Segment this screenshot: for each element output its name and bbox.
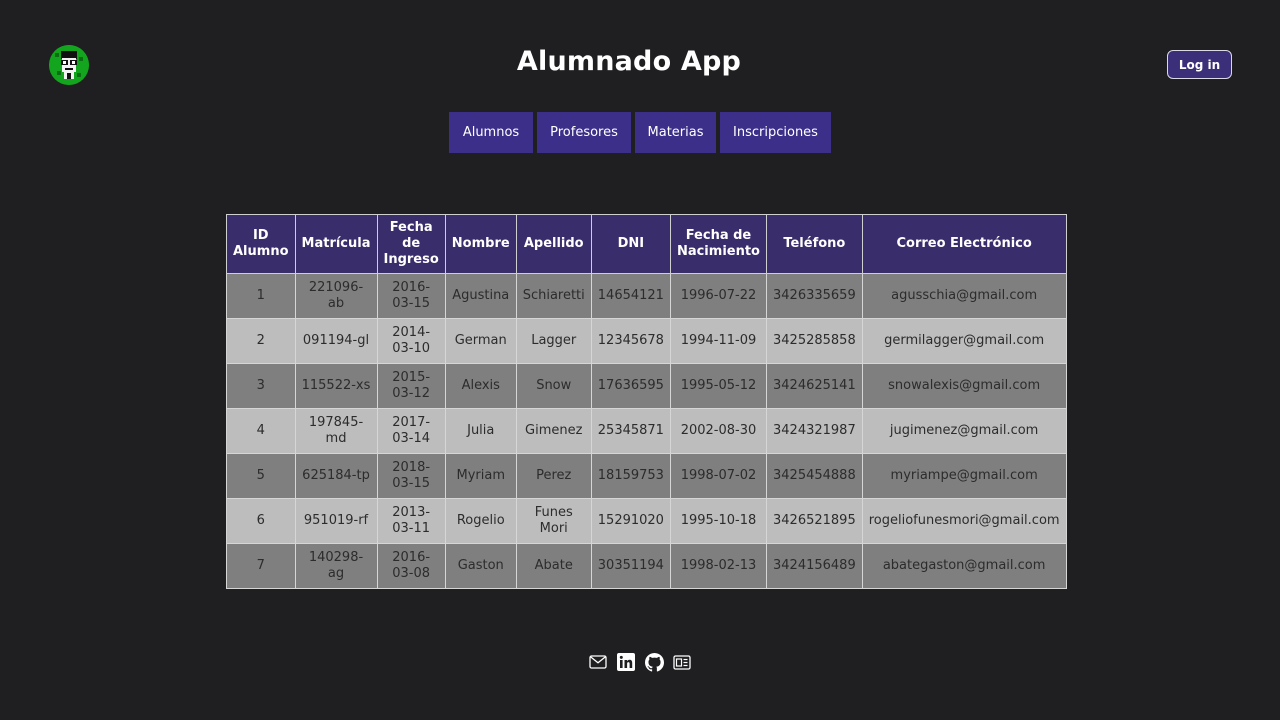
cell-apellido: Snow <box>515 363 592 409</box>
cell-apellido: Abate <box>515 543 592 589</box>
cell-nombre: Myriam <box>444 453 517 499</box>
column-header-matricula: Matrícula <box>294 214 378 274</box>
cell-id: 2 <box>226 318 296 364</box>
cell-correo: agusschia@gmail.com <box>861 273 1067 319</box>
cell-correo: snowalexis@gmail.com <box>861 363 1067 409</box>
alumnos-table: ID Alumno Matrícula Fecha de Ingreso Nom… <box>226 214 1067 589</box>
main-nav: Alumnos Profesores Materias Inscripcione… <box>449 112 831 153</box>
cell-nombre: German <box>444 318 517 364</box>
login-button[interactable]: Log in <box>1167 50 1232 79</box>
cell-fecha-nacimiento: 1995-10-18 <box>669 498 768 544</box>
column-header-nombre: Nombre <box>444 214 517 274</box>
cell-dni: 25345871 <box>590 408 671 454</box>
cell-fecha-ingreso: 2013-03-11 <box>376 498 446 544</box>
cell-telefono: 3426335659 <box>766 273 863 319</box>
cell-fecha-nacimiento: 1995-05-12 <box>669 363 768 409</box>
cell-fecha-ingreso: 2017-03-14 <box>376 408 446 454</box>
column-header-telefono: Teléfono <box>766 214 863 274</box>
cell-id: 3 <box>226 363 296 409</box>
cell-fecha-ingreso: 2015-03-12 <box>376 363 446 409</box>
cell-matricula: 115522-xs <box>294 363 378 409</box>
cell-dni: 12345678 <box>590 318 671 364</box>
cell-correo: abategaston@gmail.com <box>861 543 1067 589</box>
cell-telefono: 3426521895 <box>766 498 863 544</box>
cell-correo: germilagger@gmail.com <box>861 318 1067 364</box>
cell-fecha-nacimiento: 2002-08-30 <box>669 408 768 454</box>
column-header-fecha-ingreso: Fecha de Ingreso <box>376 214 446 274</box>
cell-dni: 18159753 <box>590 453 671 499</box>
cell-telefono: 3424625141 <box>766 363 863 409</box>
cell-apellido: Funes Mori <box>515 498 592 544</box>
cell-correo: rogeliofunesmori@gmail.com <box>861 498 1067 544</box>
cell-apellido: Gimenez <box>515 408 592 454</box>
footer-links <box>0 652 1280 672</box>
cell-telefono: 3424156489 <box>766 543 863 589</box>
linkedin-icon[interactable] <box>616 652 636 672</box>
column-header-correo: Correo Electrónico <box>861 214 1067 274</box>
cell-fecha-nacimiento: 1998-07-02 <box>669 453 768 499</box>
table-row: 1 221096-ab 2016-03-15 Agustina Schiaretti 14… <box>226 273 1067 319</box>
cell-telefono: 3425285858 <box>766 318 863 364</box>
cell-fecha-nacimiento: 1998-02-13 <box>669 543 768 589</box>
cell-id: 6 <box>226 498 296 544</box>
table-row: 4 197845-md 2017-03-14 Julia Gimenez 25345871… <box>226 408 1067 454</box>
cell-apellido: Lagger <box>515 318 592 364</box>
table-row: 3 115522-xs 2015-03-12 Alexis Snow 17636595 19… <box>226 363 1067 409</box>
mail-icon[interactable] <box>588 652 608 672</box>
cell-correo: myriampe@gmail.com <box>861 453 1067 499</box>
table-row: 6 951019-rf 2013-03-11 Rogelio Funes Mori 152… <box>226 498 1067 544</box>
cell-nombre: Gaston <box>444 543 517 589</box>
column-header-fecha-nacimiento: Fecha de Nacimiento <box>669 214 768 274</box>
column-header-dni: DNI <box>590 214 671 274</box>
cell-fecha-nacimiento: 1994-11-09 <box>669 318 768 364</box>
cell-fecha-nacimiento: 1996-07-22 <box>669 273 768 319</box>
cell-fecha-ingreso: 2016-03-15 <box>376 273 446 319</box>
table-row: 5 625184-tp 2018-03-15 Myriam Perez 18159753 1… <box>226 453 1067 499</box>
cell-matricula: 951019-rf <box>294 498 378 544</box>
nav-tab-materias[interactable]: Materias <box>635 112 716 153</box>
column-header-id: ID Alumno <box>226 214 296 274</box>
cell-matricula: 221096-ab <box>294 273 378 319</box>
cell-nombre: Julia <box>444 408 517 454</box>
table-header-row: ID Alumno Matrícula Fecha de Ingreso Nom… <box>226 214 1067 274</box>
cell-dni: 17636595 <box>590 363 671 409</box>
cell-matricula: 091194-gl <box>294 318 378 364</box>
cell-id: 5 <box>226 453 296 499</box>
cell-fecha-ingreso: 2016-03-08 <box>376 543 446 589</box>
cell-id: 4 <box>226 408 296 454</box>
app-title: Alumnado App <box>516 46 742 77</box>
newspaper-icon[interactable] <box>672 652 692 672</box>
nav-tab-inscripciones[interactable]: Inscripciones <box>720 112 831 153</box>
cell-dni: 30351194 <box>590 543 671 589</box>
cell-id: 7 <box>226 543 296 589</box>
cell-telefono: 3425454888 <box>766 453 863 499</box>
cell-fecha-ingreso: 2014-03-10 <box>376 318 446 364</box>
cell-correo: jugimenez@gmail.com <box>861 408 1067 454</box>
table-row: 2 091194-gl 2014-03-10 German Lagger 12345678… <box>226 318 1067 364</box>
cell-nombre: Agustina <box>444 273 517 319</box>
github-icon[interactable] <box>644 652 664 672</box>
cell-matricula: 625184-tp <box>294 453 378 499</box>
cell-nombre: Rogelio <box>444 498 517 544</box>
cell-nombre: Alexis <box>444 363 517 409</box>
cell-id: 1 <box>226 273 296 319</box>
cell-apellido: Schiaretti <box>515 273 592 319</box>
nav-tab-alumnos[interactable]: Alumnos <box>449 112 533 153</box>
cell-matricula: 140298-ag <box>294 543 378 589</box>
cell-apellido: Perez <box>515 453 592 499</box>
table-row: 7 140298-ag 2016-03-08 Gaston Abate 30351194 1… <box>226 543 1067 589</box>
cell-matricula: 197845-md <box>294 408 378 454</box>
cell-dni: 15291020 <box>590 498 671 544</box>
cell-fecha-ingreso: 2018-03-15 <box>376 453 446 499</box>
nav-tab-profesores[interactable]: Profesores <box>537 112 631 153</box>
cell-dni: 14654121 <box>590 273 671 319</box>
column-header-apellido: Apellido <box>515 214 592 274</box>
cell-telefono: 3424321987 <box>766 408 863 454</box>
